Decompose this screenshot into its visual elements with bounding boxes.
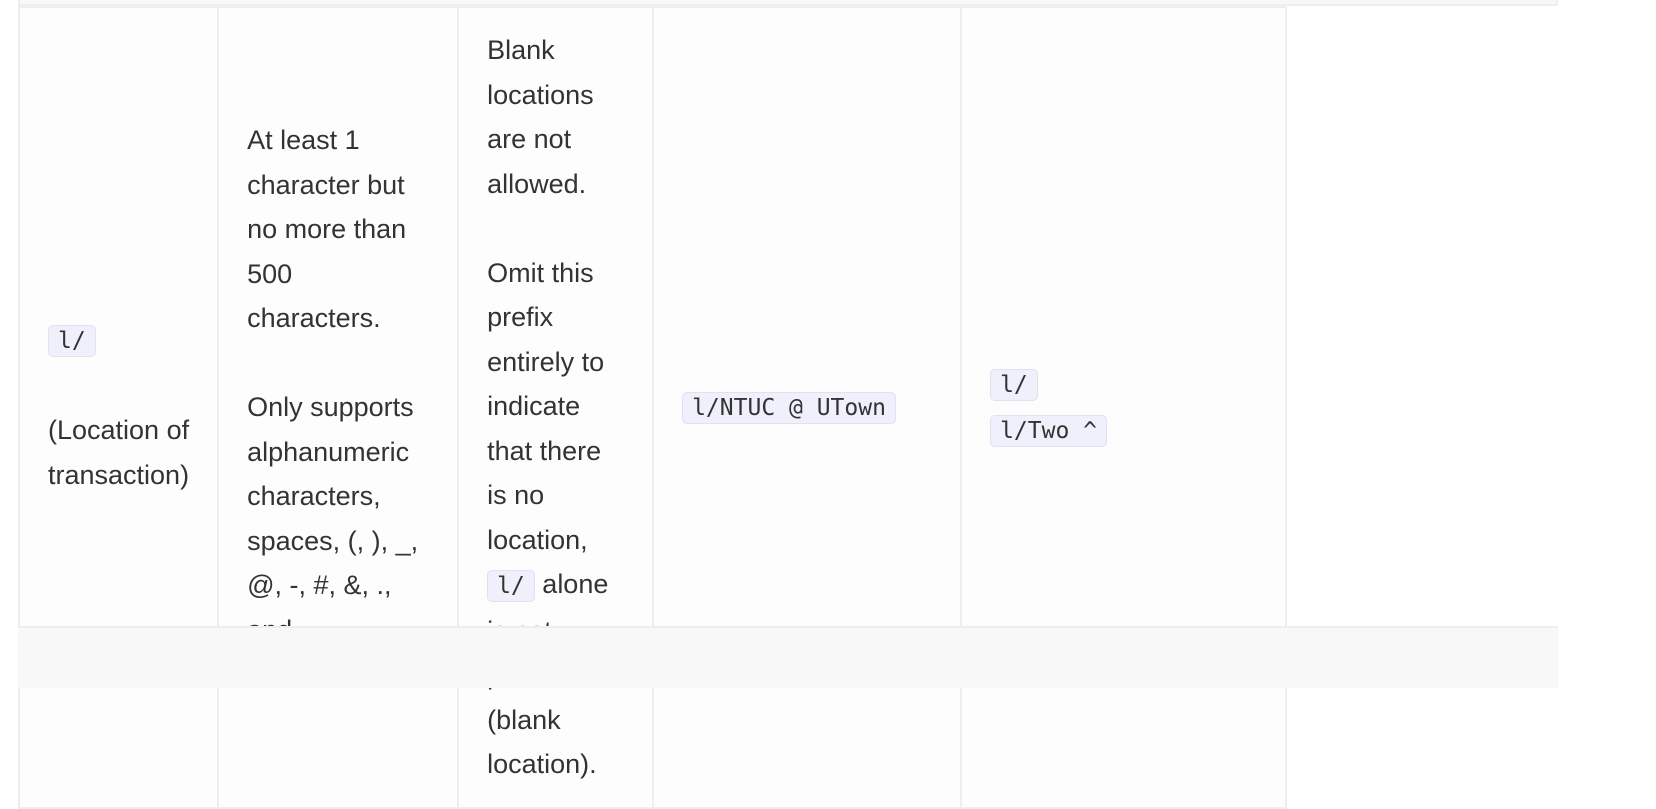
next-table-row [18,626,1558,688]
constraint-length: At least 1 character but no more than 50… [247,125,407,333]
prefix-table: l/ (Location of transaction) At least 1 … [17,6,1288,809]
valid-example: l/NTUC @ UTown [682,392,896,424]
note-blank: Blank locations are not allowed. [487,35,594,199]
note-omit: Omit this prefix entirely to indicate th… [487,257,609,779]
invalid-example: l/ [990,369,1038,402]
inline-prefix-code: l/ [487,570,535,602]
prefix-code: l/ [48,325,96,358]
prefix-description: (Location of transaction) [48,415,190,490]
invalid-example: l/Two ^ [990,415,1108,448]
